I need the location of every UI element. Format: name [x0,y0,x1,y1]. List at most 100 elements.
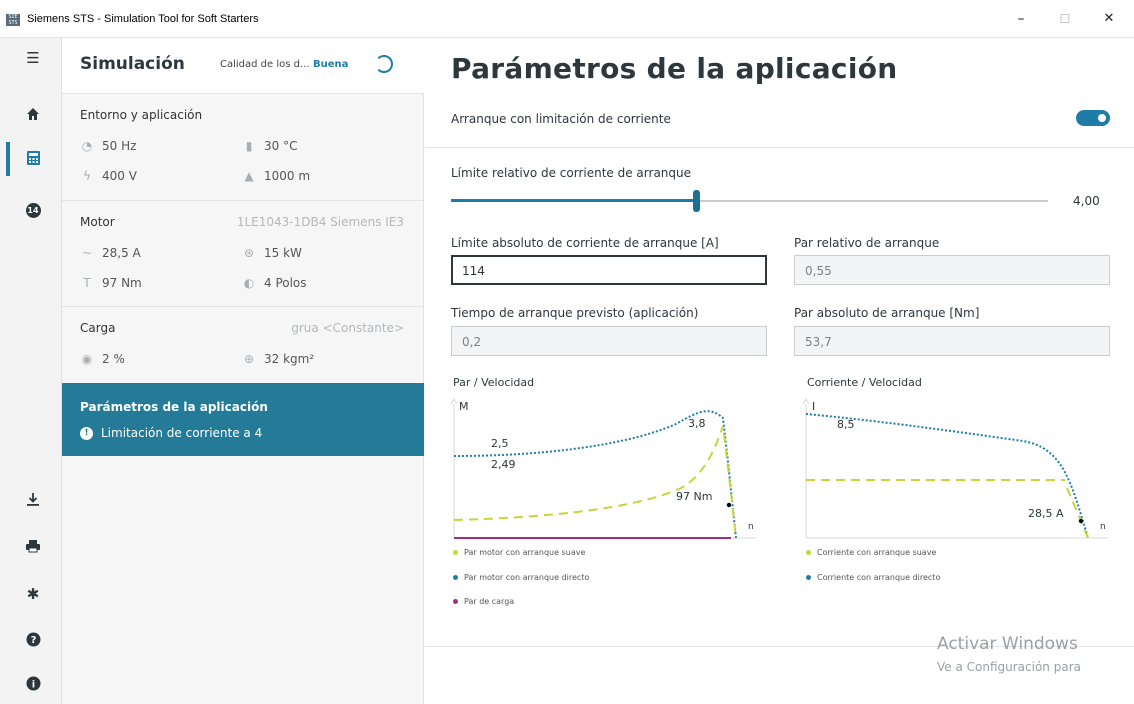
altitude-value: 1000 m [264,169,311,183]
torque-y-label: M [459,400,469,413]
torque-speed-chart: M n 2,5 2,49 3,8 97 Nm [451,398,756,539]
info-icon[interactable]: i [23,676,43,696]
current-start-label: 8,5 [837,418,855,431]
current-speed-chart: I n 8,5 28,5 A [803,398,1108,539]
legend-label: Corriente con arranque directo [817,573,941,582]
app-logo-icon: SIE STS [6,14,20,26]
svg-text:i: i [31,680,34,691]
voltage-prop: ϟ 400 V [80,169,137,183]
help-icon[interactable]: ? [23,632,43,652]
legend-label: Par motor con arranque directo [464,573,590,582]
quality-progress-icon [375,55,393,73]
direct-start-torque-line [453,410,737,539]
motor-current-value: 28,5 A [102,246,141,260]
motor-poles-value: 4 Polos [264,276,307,290]
current-chart-title: Corriente / Velocidad [807,376,922,389]
relative-current-limit-label: Límite relativo de corriente de arranque [451,166,692,180]
load-section[interactable]: Carga grua <Constante> ◉ 2 % ⊕ 32 kgm² [62,307,424,383]
legend-direct-torque: Par motor con arranque directo [453,573,589,582]
minimize-button[interactable]: – [1006,8,1036,30]
power-icon: ⊛ [243,246,255,260]
notification-count: 14 [25,203,41,218]
start-mode-row: Arranque con limitación de corriente [425,94,1134,148]
environment-section[interactable]: Entorno y aplicación ◔ 50 Hz ▮ 30 °C ϟ 400 … [62,94,424,201]
start-mode-label: Arranque con limitación de corriente [451,112,671,126]
load-type: grua <Constante> [291,321,404,335]
current-x-label: n [1100,522,1106,532]
load-percent-value: 2 % [102,352,125,366]
inertia-prop: ⊕ 32 kgm² [242,352,314,366]
data-quality-label: Calidad de los d... [220,59,310,70]
motor-torque-value: 97 Nm [102,276,142,290]
maximize-button[interactable]: ☐ [1050,8,1080,30]
legend-dot [806,550,811,555]
torque-label-b: 2,49 [491,458,516,471]
frequency-prop: ◔ 50 Hz [80,139,137,153]
slider-fill [451,199,696,202]
legend-dot [453,599,458,604]
abs-current-label: Límite absoluto de corriente de arranque… [451,236,719,250]
current-y-label: I [812,400,815,413]
motor-power-prop: ⊛ 15 kW [242,246,302,260]
settings-gear-icon[interactable]: ✱ [23,584,43,604]
start-mode-toggle[interactable] [1076,110,1110,126]
slider-thumb[interactable] [692,190,700,212]
abs-torque-label: Par absoluto de arranque [Nm] [794,306,980,320]
print-icon[interactable] [23,538,43,558]
legend-dot [453,575,458,580]
simulation-sidebar: Simulación Calidad de los d... Buena Ent… [62,38,424,704]
active-indicator [6,142,10,176]
frequency-icon: ◔ [81,139,93,153]
application-params-title: Parámetros de la aplicación [80,400,268,414]
sidebar-header: Simulación Calidad de los d... Buena [62,38,424,94]
gauge-icon: ◉ [81,352,93,366]
abs-current-input[interactable]: 114 [451,255,767,285]
torque-nominal-label: 97 Nm [676,490,712,503]
torque-peak-label: 3,8 [688,417,706,430]
torque-chart-title: Par / Velocidad [453,376,535,389]
poles-icon: ◐ [243,276,255,290]
voltage-bolt-icon: ϟ [83,169,91,183]
home-icon[interactable] [23,106,43,126]
page-title: Parámetros de la aplicación [451,52,898,85]
start-time-field: 0,2 [451,326,767,356]
relative-current-limit-value: 4,00 [1073,194,1100,208]
abs-torque-field: 53,7 [794,326,1110,356]
torque-icon: T [83,276,91,290]
application-params-section[interactable]: Parámetros de la aplicación ! Limitación… [62,383,424,456]
motor-power-value: 15 kW [264,246,302,260]
temperature-prop: ▮ 30 °C [242,139,298,153]
window-titlebar: SIE STS Siemens STS - Simulation Tool for… [0,0,1134,38]
calculator-icon[interactable] [23,150,43,170]
start-time-label: Tiempo de arranque previsto (aplicación) [451,306,699,320]
legend-label: Par de carga [464,597,515,606]
load-percent-prop: ◉ 2 % [80,352,125,366]
current-nominal-label: 28,5 A [1028,507,1064,520]
current-limit-info-text: Limitación de corriente a 4 [101,426,263,440]
legend-label: Par motor con arranque suave [464,548,586,557]
motor-model: 1LE1043-1DB4 Siemens IE3 [236,215,404,229]
motor-poles-prop: ◐ 4 Polos [242,276,307,290]
torque-y-arrow [451,398,458,405]
current-wave-icon: ~ [81,246,93,260]
current-limit-info: ! Limitación de corriente a 4 [80,426,262,440]
menu-icon[interactable]: ☰ [23,48,43,68]
data-quality-value: Buena [313,59,349,70]
legend-soft-torque: Par motor con arranque suave [453,548,585,557]
motor-section[interactable]: Motor 1LE1043-1DB4 Siemens IE3 ~28,5 A ⊛… [62,201,424,307]
notifications-badge-icon[interactable]: 14 [23,198,43,218]
current-y-arrow [803,398,810,405]
legend-load-torque: Par de carga [453,597,514,606]
nominal-torque-point [726,502,732,508]
window-title: Siemens STS - Simulation Tool for Soft S… [27,13,259,25]
close-button[interactable]: ✕ [1094,8,1124,30]
inertia-value: 32 kgm² [264,352,315,366]
relative-current-limit-slider[interactable] [451,190,1048,212]
legend-dot [453,550,458,555]
windows-activation-watermark: Activar Windows [937,634,1078,654]
torque-x-label: n [748,522,754,532]
download-icon[interactable] [23,491,43,511]
voltage-value: 400 V [102,169,137,183]
toggle-knob [1098,114,1106,122]
rel-torque-label: Par relativo de arranque [794,236,940,250]
